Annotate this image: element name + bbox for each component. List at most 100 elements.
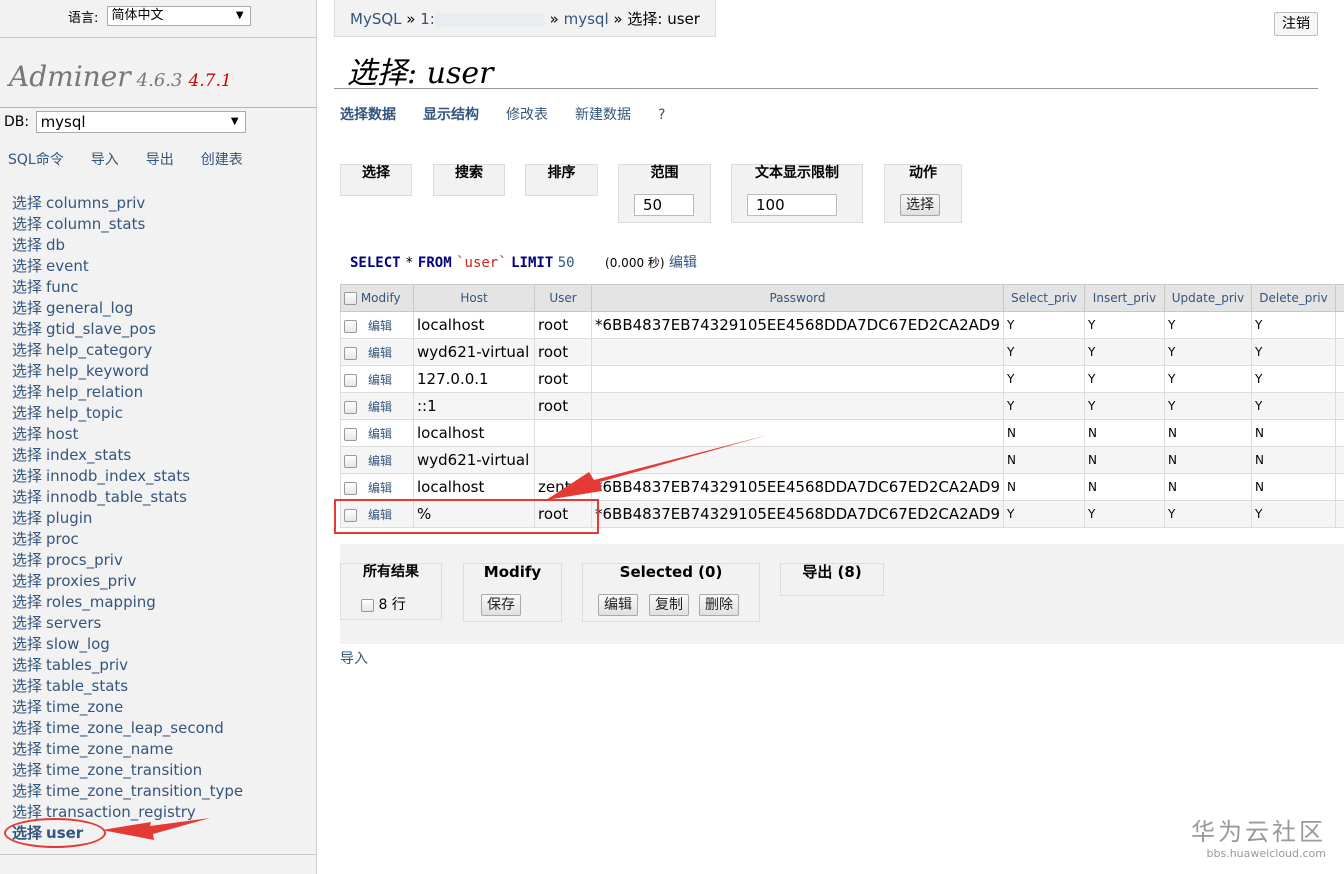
search-box[interactable]: 搜索 [433, 164, 505, 196]
cell-priv[interactable]: N [1003, 446, 1085, 474]
cell-password[interactable]: *6BB4837EB74329105EE4568DDA7DC67ED2CA2AD… [591, 311, 1004, 339]
sidebar-item-select-link[interactable]: 选择 [12, 467, 42, 485]
export-link[interactable]: 导出 [146, 152, 174, 168]
cell-priv[interactable]: Y [1164, 365, 1252, 393]
sidebar-item-table-name[interactable]: innodb_table_stats [46, 488, 187, 506]
cell-host[interactable]: wyd621-virtual [413, 446, 535, 474]
all-rows-checkbox[interactable] [361, 598, 374, 612]
sidebar-item-time-zone-transition-type[interactable]: 选择 time_zone_transition_type [12, 781, 243, 802]
sidebar-item-procs-priv[interactable]: 选择 procs_priv [12, 550, 243, 571]
sidebar-item-table-name[interactable]: func [46, 278, 79, 296]
cell-priv[interactable]: Y [1164, 392, 1252, 420]
cell-password[interactable]: *6BB4837EB74329105EE4568DDA7DC67ED2CA2AD… [591, 473, 1004, 501]
breadcrumb-db[interactable]: mysql [564, 10, 609, 28]
cell-priv[interactable]: Y [1003, 338, 1085, 366]
row-edit-link[interactable]: 编辑 [368, 373, 392, 387]
cell-user[interactable] [534, 446, 592, 474]
delete-selected-button[interactable]: 删除 [699, 594, 739, 616]
sidebar-item-tables-priv[interactable]: 选择 tables_priv [12, 655, 243, 676]
row-checkbox[interactable] [344, 346, 357, 360]
sidebar-item-select-link[interactable]: 选择 [12, 362, 42, 380]
header-delete-priv[interactable]: Delete_priv [1251, 284, 1336, 312]
cell-priv[interactable]: Y [1084, 311, 1165, 339]
sidebar-item-table-name[interactable]: proxies_priv [46, 572, 136, 590]
cell-priv[interactable]: N [1003, 473, 1085, 501]
cell-priv[interactable]: Y [1003, 392, 1085, 420]
sidebar-item-index-stats[interactable]: 选择 index_stats [12, 445, 243, 466]
sidebar-item-slow-log[interactable]: 选择 slow_log [12, 634, 243, 655]
sidebar-item-func[interactable]: 选择 func [12, 277, 243, 298]
sidebar-item-table-name[interactable]: proc [46, 530, 79, 548]
sidebar-item-select-link[interactable]: 选择 [12, 446, 42, 464]
sidebar-item-help-relation[interactable]: 选择 help_relation [12, 382, 243, 403]
sidebar-item-servers[interactable]: 选择 servers [12, 613, 243, 634]
sidebar-item-table-name[interactable]: tables_priv [46, 656, 128, 674]
sidebar-item-select-link[interactable]: 选择 [12, 341, 42, 359]
cell-priv[interactable]: N [1164, 446, 1252, 474]
edit-selected-button[interactable]: 编辑 [598, 594, 638, 616]
sidebar-item-select-link[interactable]: 选择 [12, 383, 42, 401]
cell-user[interactable]: root [534, 338, 592, 366]
cell-priv[interactable]: Y [1003, 365, 1085, 393]
cell-priv[interactable]: N [1084, 473, 1165, 501]
sidebar-item-column-stats[interactable]: 选择 column_stats [12, 214, 243, 235]
breadcrumb-mysql[interactable]: MySQL [350, 10, 402, 28]
sidebar-item-select-link[interactable]: 选择 [12, 551, 42, 569]
row-checkbox[interactable] [344, 373, 357, 387]
sidebar-item-table-name[interactable]: time_zone_transition [46, 761, 202, 779]
cell-priv[interactable]: N [1251, 419, 1336, 447]
row-edit-link[interactable]: 编辑 [368, 400, 392, 414]
sidebar-item-table-name[interactable]: help_relation [46, 383, 143, 401]
cell-priv[interactable]: Y [1251, 365, 1336, 393]
cell-host[interactable]: 127.0.0.1 [413, 365, 535, 393]
sidebar-item-db[interactable]: 选择 db [12, 235, 243, 256]
logout-button[interactable]: 注销 [1274, 12, 1318, 36]
cell-user[interactable]: root [534, 311, 592, 339]
header-insert-priv[interactable]: Insert_priv [1084, 284, 1165, 312]
sidebar-item-table-name[interactable]: time_zone_name [46, 740, 173, 758]
cell-priv[interactable]: N [1251, 446, 1336, 474]
sidebar-item-columns-priv[interactable]: 选择 columns_priv [12, 193, 243, 214]
sidebar-item-table-name[interactable]: event [46, 257, 89, 275]
cell-priv[interactable]: N [1251, 473, 1336, 501]
sidebar-item-select-link[interactable]: 选择 [12, 761, 42, 779]
cell-priv[interactable]: Y [1084, 392, 1165, 420]
cell-password[interactable] [591, 365, 1004, 393]
cell-priv[interactable]: N [1003, 419, 1085, 447]
help-link[interactable]: ? [658, 107, 665, 123]
cell-priv[interactable]: Y [1003, 311, 1085, 339]
sidebar-item-select-link[interactable]: 选择 [12, 782, 42, 800]
header-select-priv[interactable]: Select_priv [1003, 284, 1085, 312]
select-all-checkbox[interactable] [344, 292, 357, 305]
sidebar-item-select-link[interactable]: 选择 [12, 425, 42, 443]
row-edit-link[interactable]: 编辑 [368, 454, 392, 468]
sidebar-item-table-name[interactable]: general_log [46, 299, 133, 317]
sidebar-item-help-category[interactable]: 选择 help_category [12, 340, 243, 361]
sidebar-item-proc[interactable]: 选择 proc [12, 529, 243, 550]
cell-priv[interactable]: Y [1251, 500, 1336, 528]
create-table-link[interactable]: 创建表 [201, 152, 243, 168]
sidebar-item-select-link[interactable]: 选择 [12, 698, 42, 716]
new-version-link[interactable]: 4.7.1 [188, 71, 231, 91]
sidebar-item-select-link[interactable]: 选择 [12, 635, 42, 653]
sidebar-item-select-link[interactable]: 选择 [12, 572, 42, 590]
sidebar-item-select-link[interactable]: 选择 [12, 320, 42, 338]
sidebar-item-table-stats[interactable]: 选择 table_stats [12, 676, 243, 697]
cell-user[interactable]: zent [534, 473, 592, 501]
cell-host[interactable]: localhost [413, 311, 535, 339]
sidebar-item-help-keyword[interactable]: 选择 help_keyword [12, 361, 243, 382]
sidebar-item-table-name[interactable]: table_stats [46, 677, 128, 695]
sidebar-item-time-zone-leap-second[interactable]: 选择 time_zone_leap_second [12, 718, 243, 739]
sidebar-item-innodb-table-stats[interactable]: 选择 innodb_table_stats [12, 487, 243, 508]
sidebar-item-table-name[interactable]: time_zone_leap_second [46, 719, 224, 737]
row-checkbox[interactable] [344, 481, 357, 495]
cell-host[interactable]: localhost [413, 419, 535, 447]
tab-show-structure[interactable]: 显示结构 [423, 107, 479, 123]
sidebar-item-table-name[interactable]: host [46, 425, 78, 443]
sidebar-item-select-link[interactable]: 选择 [12, 404, 42, 422]
sidebar-item-select-link[interactable]: 选择 [12, 740, 42, 758]
cell-priv[interactable]: Y [1251, 311, 1336, 339]
sidebar-item-host[interactable]: 选择 host [12, 424, 243, 445]
breadcrumb-server[interactable]: 1: [420, 10, 435, 28]
select-columns-box[interactable]: 选择 [340, 164, 412, 196]
